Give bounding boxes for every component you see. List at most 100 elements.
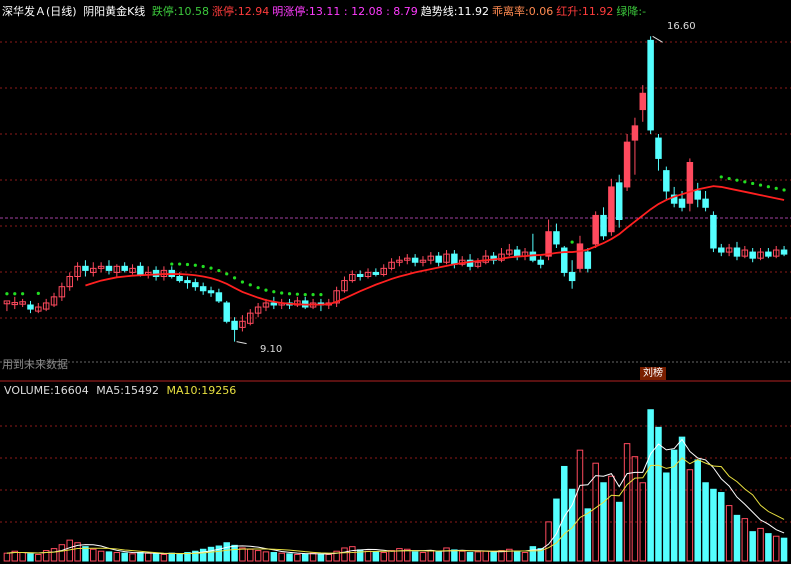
volume-bar	[435, 551, 442, 562]
volume-bar	[144, 552, 152, 562]
volume-bar	[58, 544, 66, 562]
trend-dot	[272, 290, 276, 294]
volume-bar	[176, 553, 183, 562]
volume-bar	[427, 550, 435, 562]
trend-dot	[201, 264, 205, 269]
volume-bar	[380, 552, 387, 562]
candle-body	[184, 280, 191, 284]
trend-dot	[240, 280, 245, 284]
volume-bar	[309, 552, 317, 562]
candle-body	[576, 243, 584, 269]
candle-body	[631, 125, 639, 141]
candle-body	[199, 286, 207, 292]
volume-bar	[466, 552, 474, 562]
volume-bar	[50, 548, 58, 562]
volume-bar	[411, 551, 419, 562]
volume-bar	[239, 547, 246, 562]
volume-bar	[600, 482, 607, 562]
volume-bar	[97, 550, 105, 562]
trend-dot	[774, 186, 778, 190]
volume-bar	[27, 553, 34, 562]
candle-body	[733, 247, 741, 257]
candle-body	[215, 292, 223, 302]
volume-bar	[113, 552, 121, 562]
indicator-item: 跌停:10.58	[151, 5, 210, 18]
high-marker	[652, 35, 663, 43]
trend-dot	[209, 266, 213, 270]
volume-bar	[294, 553, 301, 562]
trend-dot	[719, 175, 723, 179]
volume-bar	[137, 552, 144, 562]
ma5-label: MA5:	[96, 384, 125, 397]
volume-bar	[458, 550, 466, 562]
candle-body	[686, 162, 694, 204]
candle-body	[608, 186, 615, 233]
volume-bar	[223, 542, 230, 562]
trend-dot	[193, 263, 197, 267]
trend-dot	[735, 178, 739, 182]
candle-body	[553, 231, 560, 245]
candle-body	[718, 247, 725, 253]
candle-body	[592, 214, 599, 245]
trend-dot	[758, 183, 763, 187]
candle-body	[231, 320, 238, 330]
candle-body	[207, 290, 215, 294]
candle-body	[513, 249, 521, 257]
price-markers	[236, 35, 663, 345]
volume-bar	[372, 551, 380, 562]
candle-body	[765, 251, 772, 257]
candle-body	[435, 255, 442, 263]
trend-dot	[225, 272, 229, 276]
volume-bar	[419, 552, 427, 562]
trend-dot	[217, 268, 221, 273]
candle-body	[82, 265, 89, 271]
candle-body	[639, 92, 647, 111]
volume-bar	[615, 501, 623, 562]
volume-bar	[725, 505, 733, 562]
trend-dot	[570, 240, 574, 244]
volume-bar	[168, 552, 176, 562]
indicator-item: 趋势线:11.92	[420, 5, 489, 18]
candle-body	[545, 231, 552, 257]
volume-bar	[341, 547, 348, 562]
volume-bar	[388, 550, 395, 562]
volume-bar	[718, 492, 725, 562]
indicator-values: 跌停:10.58 涨停:12.94 明涨停:13.11 : 12.08 : 8.79…	[152, 5, 649, 18]
indicator-item: 乖离率:0.06	[492, 5, 554, 18]
trend-dot	[21, 292, 25, 296]
trend-dot	[727, 176, 731, 181]
volume-bar	[301, 553, 309, 562]
volume-bar	[513, 550, 521, 562]
event-tag[interactable]: 刘榜	[640, 367, 666, 380]
volume-bar	[129, 553, 136, 562]
candle-body	[584, 251, 592, 269]
stock-name[interactable]: 深华发Ａ(日线)	[2, 5, 77, 18]
volume-bar	[678, 436, 686, 562]
candle-body	[568, 271, 576, 282]
volume-bar	[3, 552, 11, 562]
candle-body	[694, 190, 701, 200]
candle-body	[121, 265, 128, 271]
low-price-label: 9.10	[260, 344, 283, 355]
candle-body	[372, 271, 380, 275]
candle-body	[749, 251, 756, 259]
volume-value: 16604	[53, 384, 89, 397]
candle-body	[137, 265, 144, 275]
candle-body	[451, 253, 458, 265]
trend-dot	[295, 292, 299, 296]
volume-bars	[3, 409, 788, 562]
volume-bar	[270, 552, 278, 562]
volume-bar	[655, 426, 662, 562]
volume-bar	[231, 544, 238, 562]
volume-bar	[278, 552, 285, 562]
candle-body	[192, 282, 199, 288]
volume-bar	[702, 482, 709, 562]
volume-bar	[207, 546, 215, 562]
volume-bar	[451, 549, 458, 562]
trend-dot	[5, 292, 9, 296]
candle-body	[702, 198, 709, 208]
trend-dot	[185, 262, 190, 267]
candle-body	[411, 257, 419, 263]
trend-dot	[232, 276, 237, 280]
volume-bar	[262, 551, 270, 562]
